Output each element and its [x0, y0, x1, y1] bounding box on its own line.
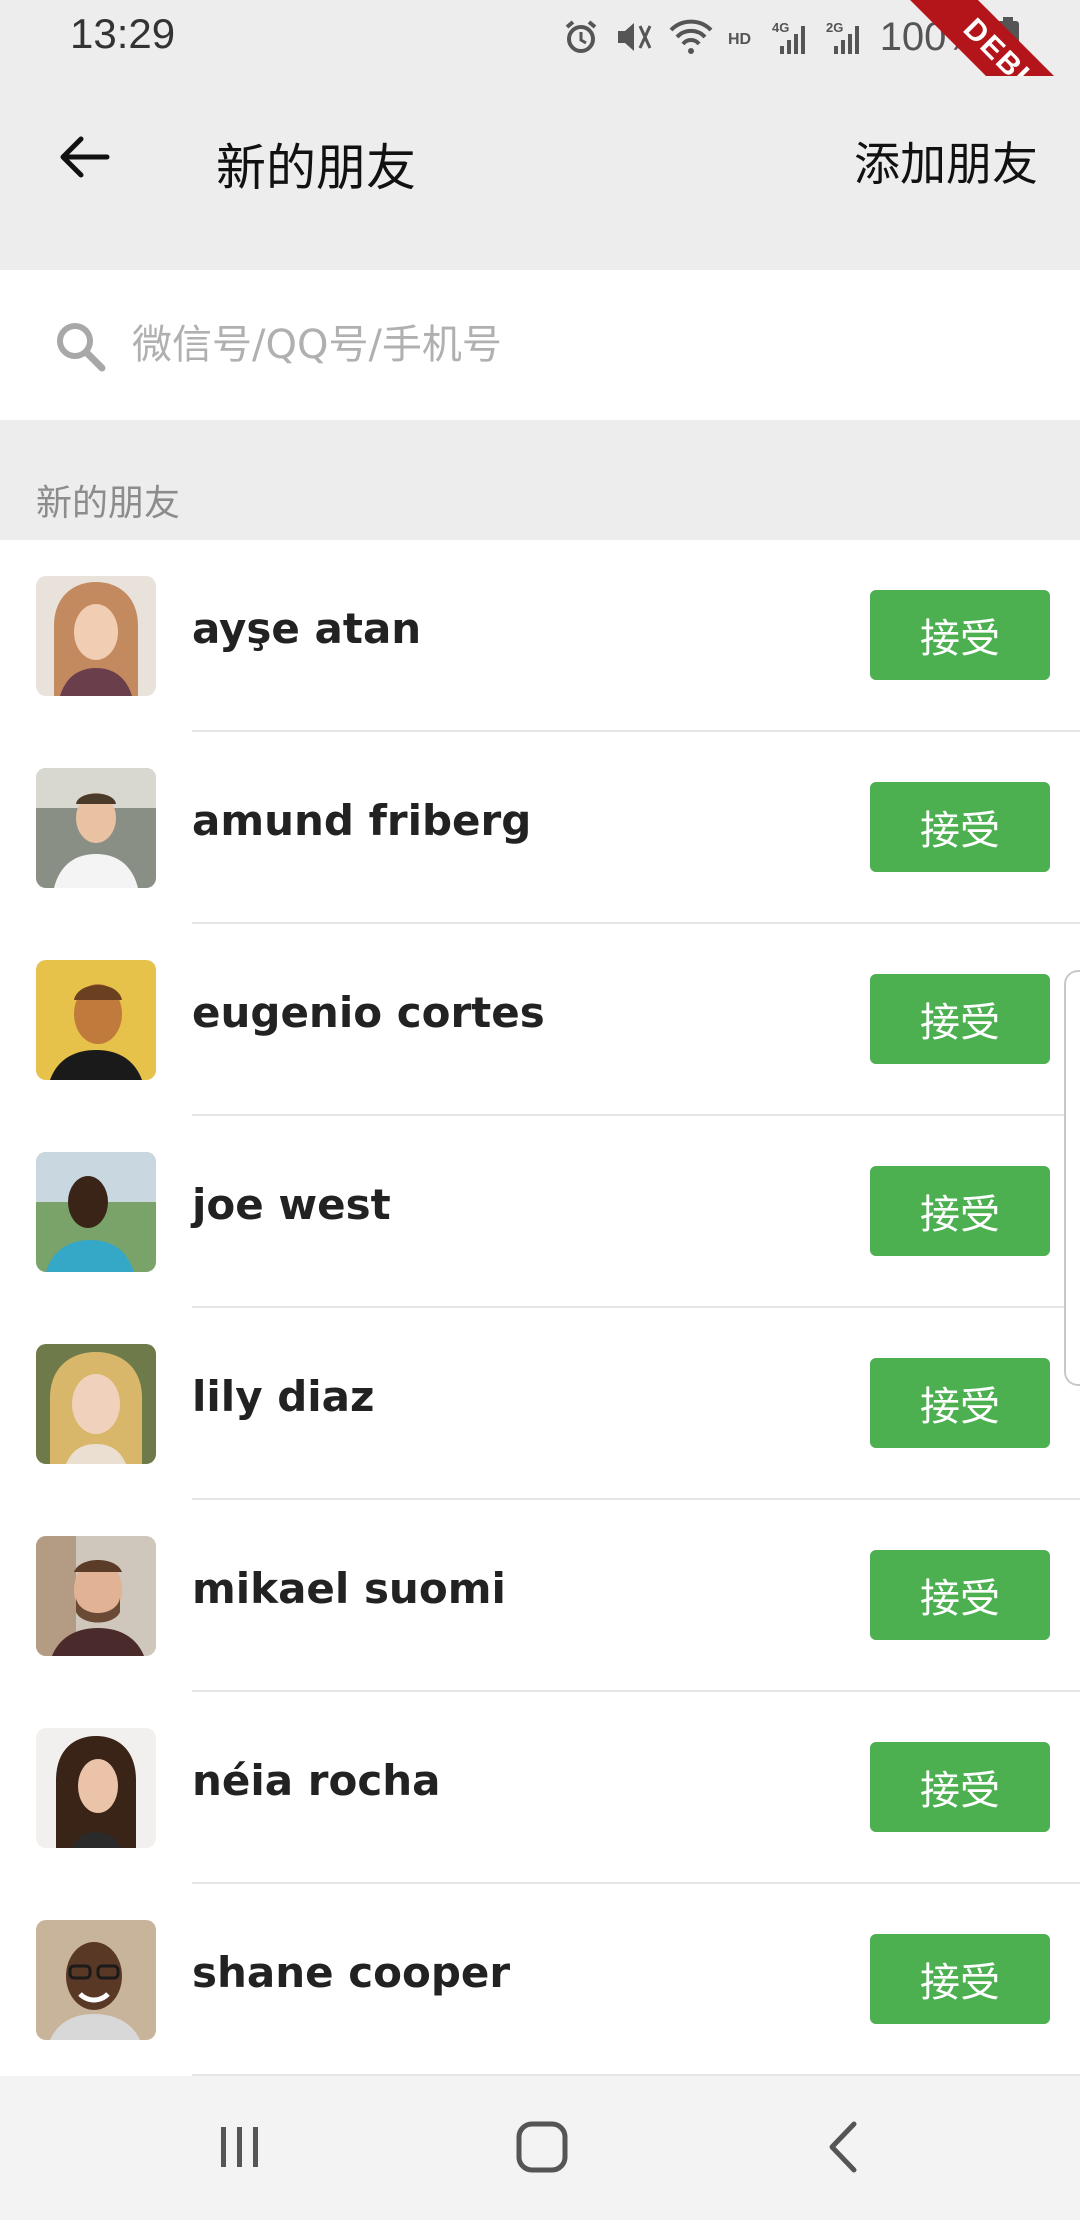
alarm-icon: [562, 18, 600, 56]
friend-row: lily diaz 接受: [0, 1308, 1080, 1500]
search-icon: [52, 318, 108, 374]
status-bar: 13:29 HD 4G 2G 100%: [0, 0, 1080, 76]
friend-name: mikael suomi: [192, 1564, 506, 1613]
app-bar: 新的朋友 添加朋友: [0, 76, 1080, 270]
avatar[interactable]: [36, 1344, 156, 1464]
2g-signal-icon: 2G: [826, 18, 866, 56]
avatar[interactable]: [36, 1728, 156, 1848]
svg-text:2G: 2G: [826, 20, 843, 35]
friend-row: ayşe atan 接受: [0, 540, 1080, 732]
accept-button[interactable]: 接受: [870, 1742, 1050, 1832]
friend-name: néia rocha: [192, 1756, 441, 1805]
back-button[interactable]: [50, 124, 120, 194]
accept-button[interactable]: 接受: [870, 590, 1050, 680]
friend-name: joe west: [192, 1180, 391, 1229]
system-nav-bar: [0, 2076, 1080, 2220]
accept-button[interactable]: 接受: [870, 1358, 1050, 1448]
mute-icon: [614, 18, 654, 56]
avatar[interactable]: [36, 576, 156, 696]
friend-name: shane cooper: [192, 1948, 511, 1997]
4g-signal-icon: 4G: [772, 18, 812, 56]
recent-apps-icon: [215, 2122, 265, 2176]
friend-name: eugenio cortes: [192, 988, 545, 1037]
svg-text:HD: HD: [728, 31, 751, 48]
section-title: 新的朋友: [36, 483, 181, 524]
friend-name: amund friberg: [192, 796, 532, 845]
friend-row: shane cooper 接受: [0, 1884, 1080, 2076]
avatar[interactable]: [36, 1536, 156, 1656]
accept-button[interactable]: 接受: [870, 782, 1050, 872]
search-input[interactable]: [132, 310, 1012, 380]
avatar[interactable]: [36, 960, 156, 1080]
accept-button[interactable]: 接受: [870, 1934, 1050, 2024]
avatar[interactable]: [36, 1152, 156, 1272]
add-friend-button[interactable]: 添加朋友: [854, 128, 1038, 194]
friend-row: joe west 接受: [0, 1116, 1080, 1308]
status-time: 13:29: [70, 10, 176, 57]
friend-name: lily diaz: [192, 1372, 375, 1421]
back-icon: [820, 2120, 870, 2178]
friend-row: amund friberg 接受: [0, 732, 1080, 924]
friend-list: ayşe atan 接受 amund friberg 接受 eugenio co…: [0, 540, 1080, 2076]
avatar[interactable]: [36, 1920, 156, 2040]
friend-row: mikael suomi 接受: [0, 1500, 1080, 1692]
accept-button[interactable]: 接受: [870, 1166, 1050, 1256]
friend-name: ayşe atan: [192, 604, 422, 653]
svg-text:4G: 4G: [772, 20, 789, 35]
wifi-icon: [668, 18, 714, 56]
back-nav-button[interactable]: [810, 2114, 880, 2184]
search-bar[interactable]: [0, 270, 1080, 420]
edge-panel-handle[interactable]: [1064, 970, 1080, 1386]
friend-row: néia rocha 接受: [0, 1692, 1080, 1884]
section-header: 新的朋友: [0, 420, 1080, 540]
page-title: 新的朋友: [216, 139, 416, 197]
accept-button[interactable]: 接受: [870, 974, 1050, 1064]
home-button[interactable]: [507, 2114, 577, 2184]
recent-apps-button[interactable]: [205, 2114, 275, 2184]
arrow-left-icon: [57, 129, 113, 189]
hd-icon: HD: [728, 18, 758, 56]
avatar[interactable]: [36, 768, 156, 888]
home-icon: [515, 2120, 569, 2178]
accept-button[interactable]: 接受: [870, 1550, 1050, 1640]
friend-row: eugenio cortes 接受: [0, 924, 1080, 1116]
